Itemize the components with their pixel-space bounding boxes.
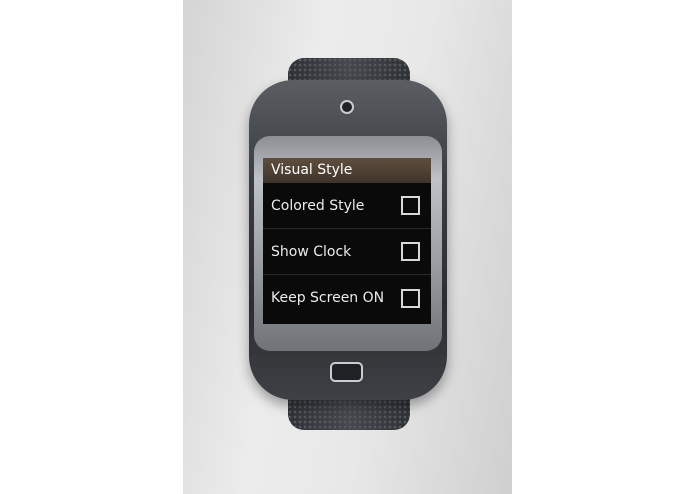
- home-button[interactable]: [330, 362, 363, 382]
- watch-screen: Visual Style Colored Style Show Clock Ke…: [263, 158, 431, 324]
- top-sensor: [340, 100, 354, 114]
- setting-row-keep-screen-on[interactable]: Keep Screen ON: [263, 275, 431, 321]
- setting-label: Colored Style: [271, 197, 365, 214]
- setting-label: Show Clock: [271, 243, 352, 260]
- keep-screen-on-checkbox[interactable]: [401, 288, 420, 308]
- colored-style-checkbox[interactable]: [401, 196, 420, 215]
- setting-label: Keep Screen ON: [271, 290, 385, 306]
- screen-title: Visual Style: [263, 158, 431, 183]
- show-clock-checkbox[interactable]: [401, 242, 420, 261]
- setting-row-show-clock[interactable]: Show Clock: [263, 229, 431, 275]
- setting-row-colored-style[interactable]: Colored Style: [263, 183, 431, 229]
